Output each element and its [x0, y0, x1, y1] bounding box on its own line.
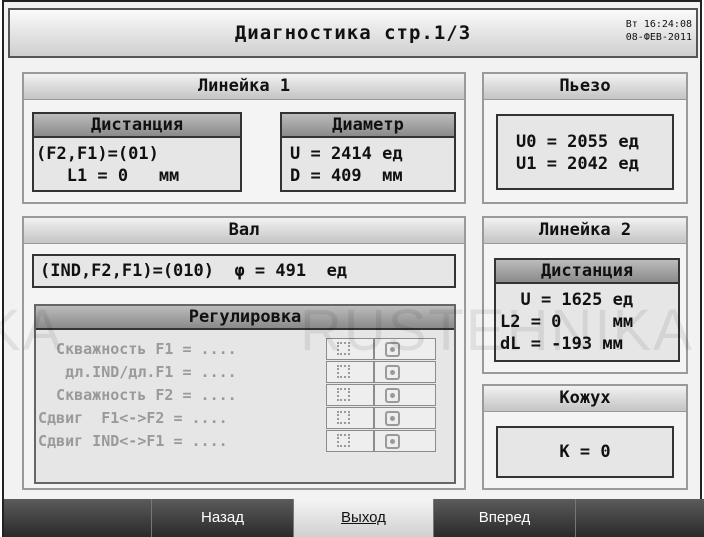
val-value-line: (IND,F2,F1)=(010) φ = 491 ед	[40, 261, 348, 281]
step-icon	[337, 411, 350, 424]
lineika1-diameter-line2: D = 409 мм	[290, 166, 403, 186]
regulation-row-2: дл.IND/дл.F1 = ....	[38, 363, 237, 381]
lineika1-title: Линейка 1	[24, 74, 464, 100]
reg3-step-button[interactable]	[326, 384, 374, 406]
kozhukh-panel: Кожух K = 0	[482, 384, 688, 490]
bottom-nav: Назад Выход Вперед	[4, 499, 704, 537]
radio-icon	[385, 411, 400, 426]
regulation-row-4: Сдвиг F1<->F2 = ....	[38, 409, 228, 427]
regulation-row-3: Скважность F2 = ....	[38, 386, 237, 404]
lineika1-distance-box: Дистанция (F2,F1)=(01) L1 = 0 мм	[32, 112, 242, 192]
piezo-panel: Пьезо U0 = 2055 ед U1 = 2042 ед	[482, 72, 688, 204]
watermark-left: KA	[0, 298, 64, 363]
datetime-date: 08-ФЕВ-2011	[625, 32, 692, 43]
watermark-right: RUSTEHNIKA	[300, 298, 694, 363]
kozhukh-value: K = 0	[559, 442, 611, 462]
piezo-value-box: U0 = 2055 ед U1 = 2042 ед	[496, 114, 674, 190]
lineika2-distance-title: Дистанция	[496, 260, 678, 284]
lineika1-diameter-box: Диаметр U = 2414 ед D = 409 мм	[280, 112, 456, 192]
datetime-time: Вт 16:24:08	[625, 19, 692, 30]
diagnostics-screen: Диагностика стр.1/3 Вт 16:24:08 08-ФЕВ-2…	[2, 0, 704, 537]
regulation-row-5: Сдвиг IND<->F1 = ....	[38, 432, 228, 450]
back-button[interactable]: Назад	[152, 499, 294, 537]
blank-softkey-right[interactable]	[576, 499, 704, 537]
blank-softkey-left[interactable]	[4, 499, 152, 537]
reg2-toggle-button[interactable]	[374, 361, 436, 383]
datetime: Вт 16:24:08 08-ФЕВ-2011	[626, 18, 692, 44]
radio-icon	[385, 365, 400, 380]
reg2-step-button[interactable]	[326, 361, 374, 383]
step-icon	[337, 365, 350, 378]
lineika1-distance-line2: L1 = 0 мм	[36, 166, 180, 186]
page-title: Диагностика стр.1/3	[234, 22, 472, 44]
step-icon	[337, 434, 350, 447]
step-icon	[337, 388, 350, 401]
lineika1-distance-title: Дистанция	[34, 114, 240, 138]
reg5-toggle-button[interactable]	[374, 430, 436, 452]
title-bar: Диагностика стр.1/3 Вт 16:24:08 08-ФЕВ-2…	[8, 8, 698, 58]
radio-icon	[385, 434, 400, 449]
radio-icon	[385, 388, 400, 403]
lineika1-panel: Линейка 1 Дистанция (F2,F1)=(01) L1 = 0 …	[22, 72, 466, 204]
val-value-box: (IND,F2,F1)=(010) φ = 491 ед	[32, 254, 456, 288]
forward-button[interactable]: Вперед	[434, 499, 576, 537]
lineika1-distance-line1: (F2,F1)=(01)	[36, 144, 159, 164]
piezo-line1: U0 = 2055 ед	[516, 132, 639, 152]
piezo-line2: U1 = 2042 ед	[516, 154, 639, 174]
kozhukh-title: Кожух	[484, 386, 686, 412]
piezo-title: Пьезо	[484, 74, 686, 100]
reg3-toggle-button[interactable]	[374, 384, 436, 406]
lineika1-diameter-line1: U = 2414 ед	[290, 144, 403, 164]
regulation-row-1: Скважность F1 = ....	[38, 340, 237, 358]
reg4-step-button[interactable]	[326, 407, 374, 429]
lineika1-diameter-title: Диаметр	[282, 114, 454, 138]
lineika2-title: Линейка 2	[484, 218, 686, 244]
kozhukh-value-box: K = 0	[496, 426, 674, 478]
val-title: Вал	[24, 218, 464, 244]
exit-button[interactable]: Выход	[294, 499, 434, 537]
reg5-step-button[interactable]	[326, 430, 374, 452]
reg4-toggle-button[interactable]	[374, 407, 436, 429]
